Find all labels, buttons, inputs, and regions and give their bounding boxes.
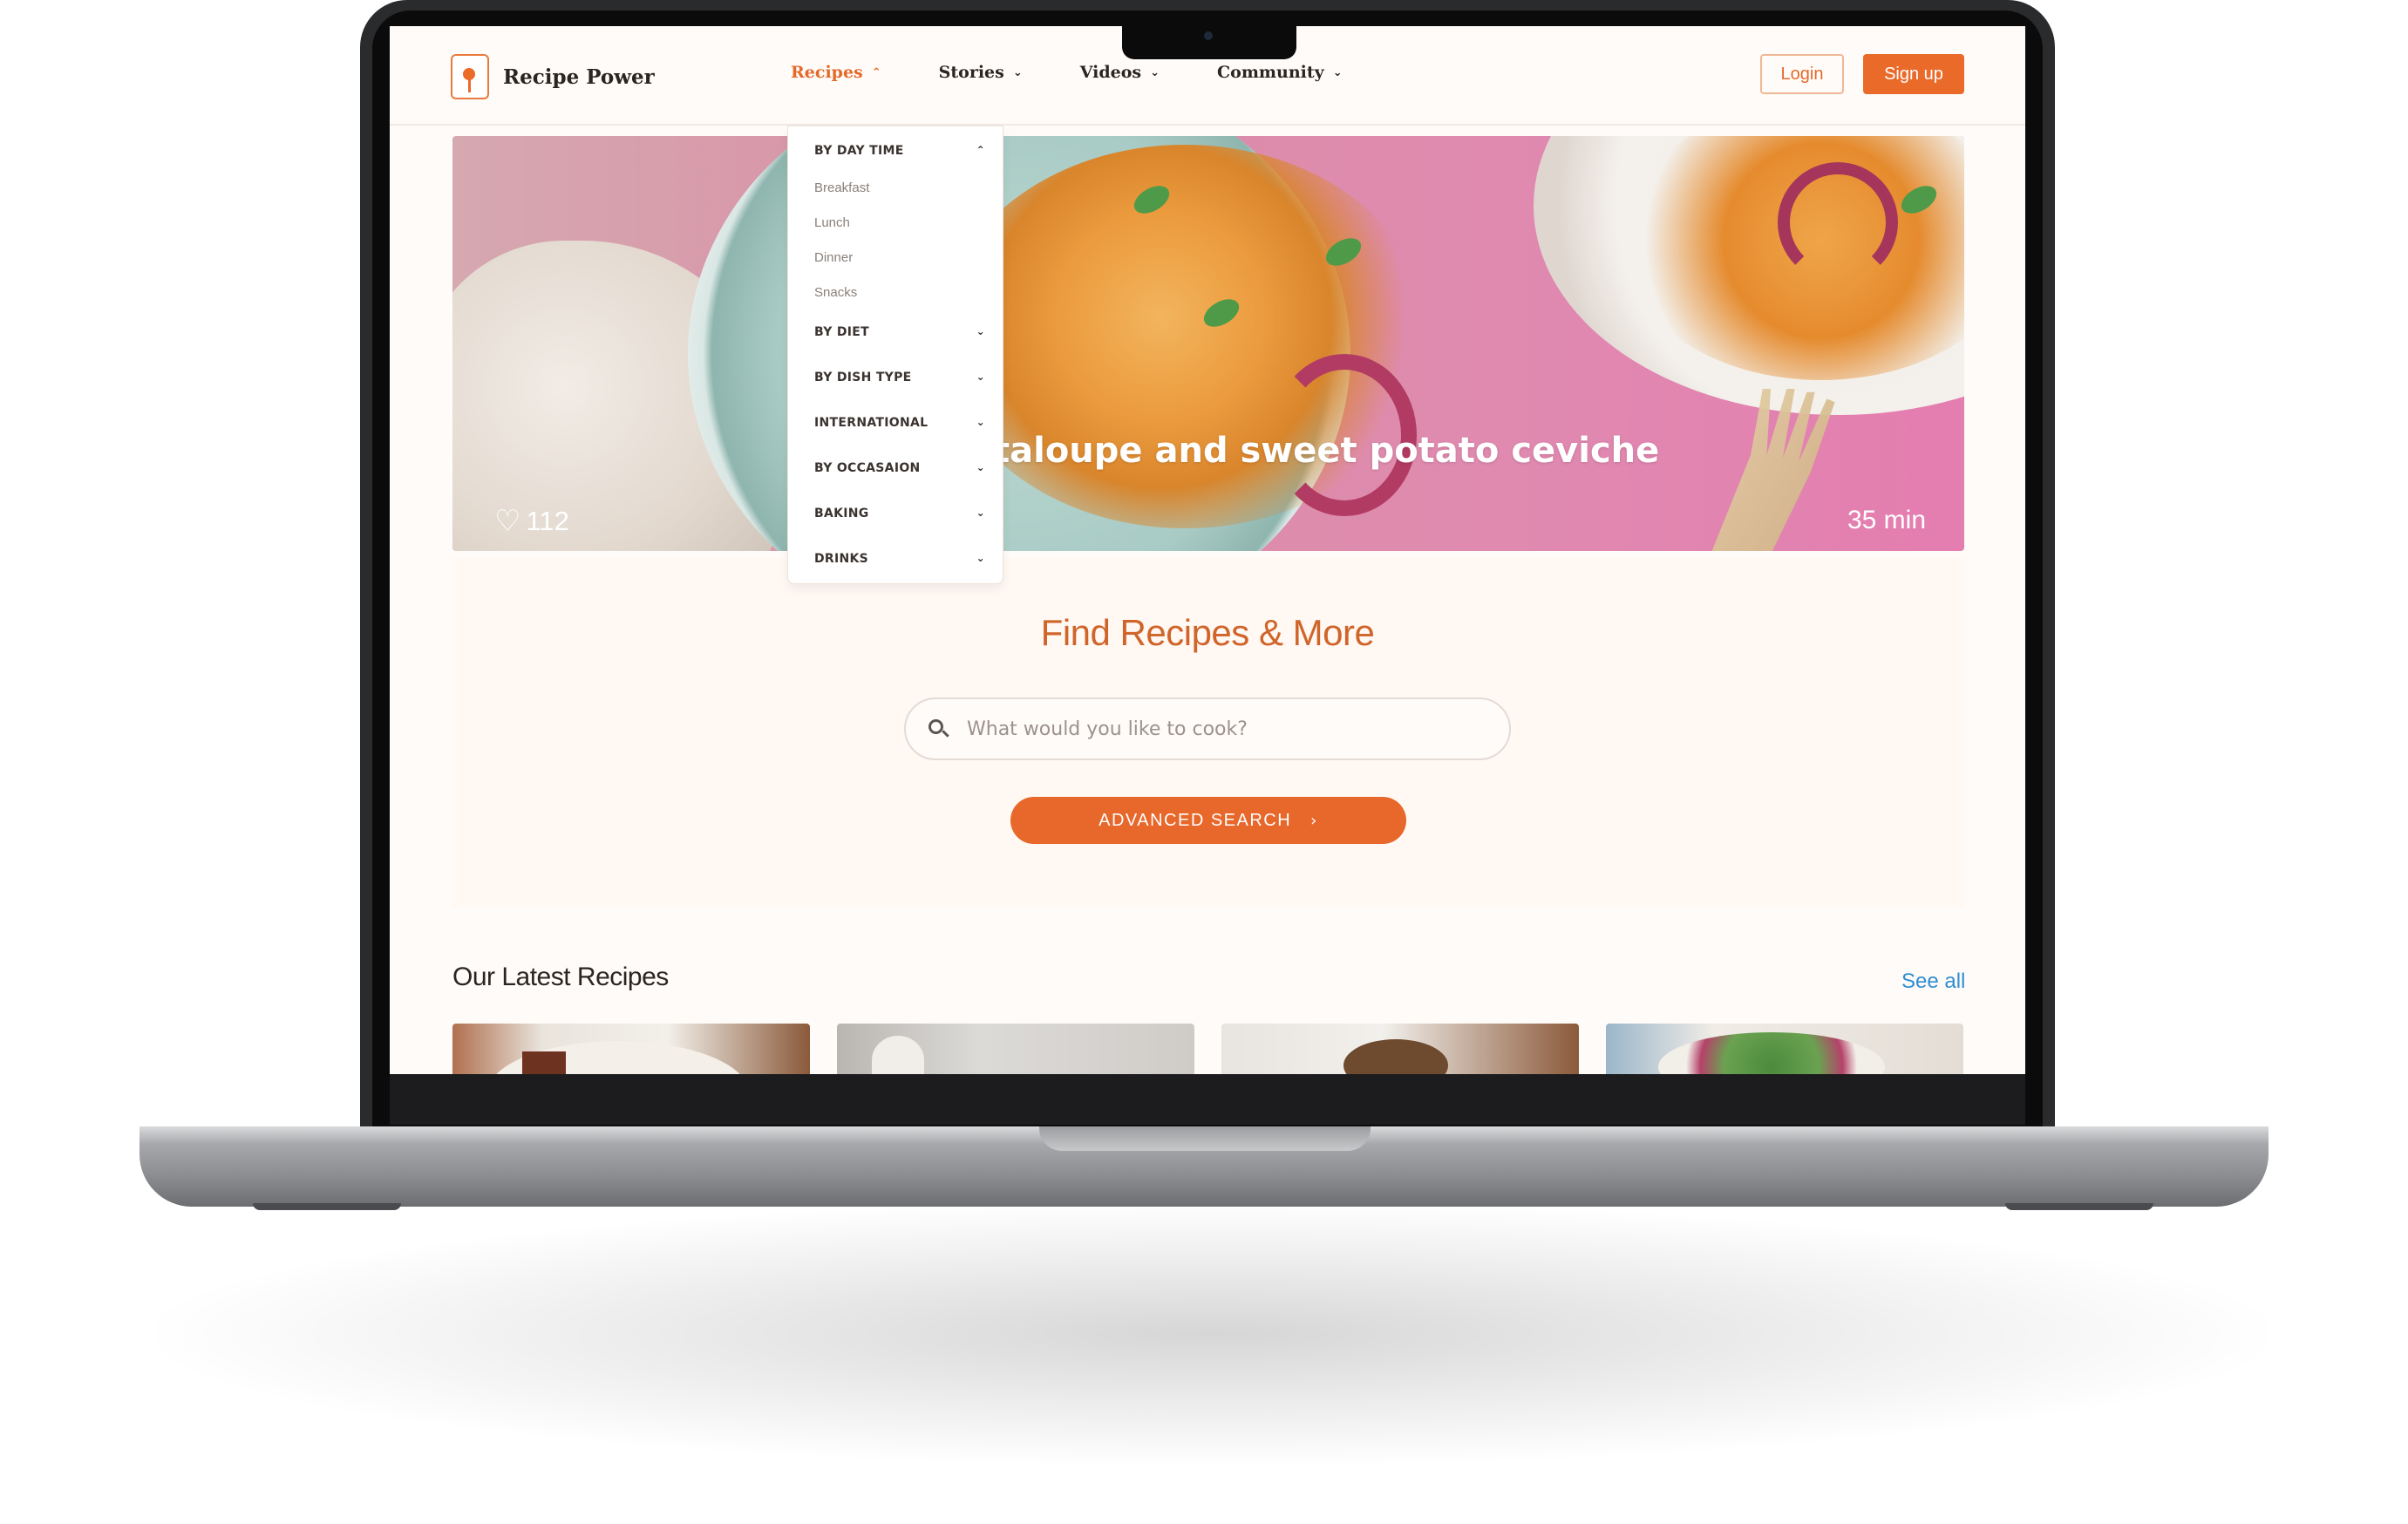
chevron-right-icon: › [1310,811,1318,830]
brand-logo[interactable]: Recipe Power [451,54,655,99]
dropdown-section-label: BY DAY TIME [814,144,904,158]
hero-cook-time: 35 min [1847,506,1926,534]
chevron-down-icon: ⌄ [1150,65,1160,79]
brand-name: Recipe Power [503,65,655,89]
browser-screen: Recipe Power Recipes ⌃ Stories ⌄ Videos … [390,26,2025,1074]
laptop-opening-notch [1039,1126,1371,1151]
search-input[interactable] [965,717,1457,741]
dropdown-section-international[interactable]: INTERNATIONAL ⌄ [814,416,985,430]
nav-item-videos[interactable]: Videos ⌄ [1080,63,1160,82]
camera-notch [1122,26,1296,59]
laptop-chin [390,1074,2025,1125]
dropdown-section-label: BY DISH TYPE [814,371,912,384]
dropdown-section-by-dish-type[interactable]: BY DISH TYPE ⌄ [814,371,985,384]
recipe-card[interactable] [837,1024,1194,1074]
chevron-up-icon: ⌃ [976,144,985,156]
spoon-logo-icon [451,54,489,99]
chevron-down-icon: ⌄ [1012,65,1023,79]
heart-icon[interactable]: ♡ [494,504,520,539]
hero-recipe-title[interactable]: taloupe and sweet potato ceviche [993,431,1659,471]
recipe-card[interactable] [1221,1024,1579,1074]
nav-item-label: Recipes [791,63,863,82]
dropdown-section-drinks[interactable]: DRINKS ⌄ [814,552,985,566]
dropdown-section-label: BAKING [814,507,869,520]
nav-item-community[interactable]: Community ⌄ [1217,63,1343,82]
nav-item-label: Videos [1079,63,1142,82]
advanced-search-button[interactable]: ADVANCED SEARCH › [1010,797,1406,844]
laptop-foot [253,1203,401,1210]
chevron-down-icon: ⌄ [976,552,985,564]
dropdown-item-dinner[interactable]: Dinner [814,250,853,265]
camera-icon [1204,31,1213,40]
login-button[interactable]: Login [1760,54,1844,94]
dropdown-section-by-occasion[interactable]: BY OCCASAION ⌄ [814,461,985,475]
see-all-link[interactable]: See all [1901,970,1965,994]
main-menu: Recipes ⌃ Stories ⌄ Videos ⌄ Community ⌄ [791,63,1400,82]
dropdown-section-label: BY OCCASAION [814,461,921,475]
nav-item-recipes[interactable]: Recipes ⌃ [791,63,881,82]
dropdown-section-label: BY DIET [814,325,869,339]
search-bar[interactable] [904,697,1511,760]
nav-item-stories[interactable]: Stories ⌄ [939,63,1023,82]
chevron-down-icon: ⌄ [976,371,985,383]
hero-likes[interactable]: ♡ 112 [494,504,569,539]
dropdown-item-breakfast[interactable]: Breakfast [814,180,869,195]
search-icon [929,719,949,738]
recipe-card[interactable] [452,1024,810,1074]
chevron-down-icon: ⌄ [976,416,985,428]
latest-recipes-list [452,1024,1990,1074]
chevron-down-icon: ⌄ [1332,65,1343,79]
nav-item-label: Stories [938,63,1004,82]
dropdown-section-by-day-time[interactable]: BY DAY TIME ⌃ [814,144,985,158]
hero-likes-count: 112 [526,506,569,536]
dropdown-section-by-diet[interactable]: BY DIET ⌄ [814,325,985,339]
hero-photo-onion-secondary [1778,162,1898,282]
hero-featured-recipe[interactable]: taloupe and sweet potato ceviche ♡ 112 3… [452,136,1964,551]
chevron-up-icon: ⌃ [871,65,881,79]
recipes-dropdown-menu: BY DAY TIME ⌃ Breakfast Lunch Dinner Sna… [787,126,1003,584]
advanced-search-label: ADVANCED SEARCH [1099,810,1292,830]
recipe-card[interactable] [1606,1024,1963,1074]
dropdown-section-label: INTERNATIONAL [814,416,929,430]
dropdown-section-label: DRINKS [814,552,869,566]
laptop-foot [2005,1203,2153,1210]
dropdown-section-baking[interactable]: BAKING ⌄ [814,507,985,520]
nav-item-label: Community [1217,63,1324,82]
chevron-down-icon: ⌄ [976,461,985,473]
dropdown-item-lunch[interactable]: Lunch [814,215,850,230]
search-section-title: Find Recipes & More [1040,612,1375,653]
laptop-shadow [157,1203,2267,1465]
chevron-down-icon: ⌄ [976,507,985,519]
latest-recipes-heading: Our Latest Recipes [452,963,669,991]
dropdown-item-snacks[interactable]: Snacks [814,285,857,300]
signup-button[interactable]: Sign up [1863,54,1964,94]
chevron-down-icon: ⌄ [976,325,985,337]
